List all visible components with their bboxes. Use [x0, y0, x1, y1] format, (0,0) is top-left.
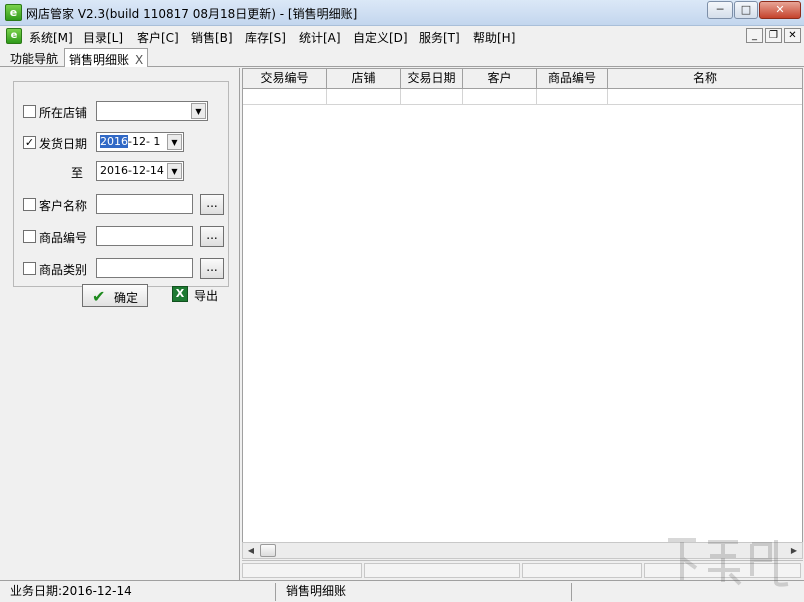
mdi-minimize-button[interactable]: _: [746, 28, 763, 43]
summary-cell: [364, 563, 520, 578]
ship-date-to-row: 至 2016-12-14 ▼: [14, 161, 230, 181]
column-header-store[interactable]: 店铺: [327, 69, 401, 89]
customer-row: 客户名称 ...: [14, 194, 230, 215]
product-category-checkbox[interactable]: [23, 262, 36, 275]
tab-function-nav[interactable]: 功能导航: [6, 48, 62, 67]
store-label: 所在店铺: [39, 106, 88, 120]
product-code-row: 商品编号 ...: [14, 226, 230, 247]
customer-label: 客户名称: [39, 199, 88, 213]
menu-custom[interactable]: 自定义[D]: [353, 29, 408, 46]
menu-customer[interactable]: 客户[C]: [137, 29, 179, 46]
column-header-customer[interactable]: 客户: [463, 69, 537, 89]
product-category-row: 商品类别 ...: [14, 258, 230, 279]
column-header-product-code[interactable]: 商品编号: [537, 69, 608, 89]
export-label: 导出: [194, 289, 219, 303]
to-label: 至: [71, 166, 84, 180]
ship-date-to-value: 2016-12-14: [100, 164, 164, 177]
table-row[interactable]: [243, 89, 802, 105]
column-header-name[interactable]: 名称: [608, 69, 802, 89]
column-header-transaction-date[interactable]: 交易日期: [401, 69, 463, 89]
menu-bar: e 系统[M] 目录[L] 客户[C] 销售[B] 库存[S] 统计[A] 自定…: [0, 26, 804, 46]
table-cell[interactable]: [243, 89, 327, 105]
minimize-button[interactable]: ─: [707, 1, 733, 19]
mdi-close-button[interactable]: ✕: [784, 28, 801, 43]
grid-header: 交易编号 店铺 交易日期 客户 商品编号 名称: [243, 69, 802, 89]
table-cell[interactable]: [537, 89, 608, 105]
menu-service[interactable]: 服务[T]: [419, 29, 460, 46]
tab-close-icon[interactable]: X: [135, 53, 143, 67]
tab-label: 功能导航: [10, 52, 59, 66]
module-status: 销售明细账: [276, 583, 572, 601]
summary-cell: [242, 563, 362, 578]
tab-bar: 功能导航 销售明细账 X: [0, 46, 804, 67]
customer-browse-button[interactable]: ...: [200, 194, 224, 215]
ship-date-row: ✓ 发货日期 2016-12- 1 ▼: [14, 132, 230, 152]
product-code-label: 商品编号: [39, 231, 88, 245]
product-category-label: 商品类别: [39, 263, 88, 277]
store-checkbox[interactable]: [23, 105, 36, 118]
store-filter-row: 所在店铺 ▼: [14, 101, 230, 121]
filter-panel: 所在店铺 ▼ ✓ 发货日期 2016-12- 1 ▼ 至 2016-12-14 …: [0, 68, 240, 580]
mdi-restore-button[interactable]: ❐: [765, 28, 782, 43]
customer-checkbox[interactable]: [23, 198, 36, 211]
menu-catalog[interactable]: 目录[L]: [83, 29, 123, 46]
ship-date-from-value: 2016-12- 1: [100, 135, 160, 148]
column-header-transaction-id[interactable]: 交易编号: [243, 69, 327, 89]
export-button[interactable]: X 导出: [172, 284, 232, 306]
window-title: 网店管家 V2.3(build 110817 08月18日更新) - [销售明细…: [26, 7, 358, 21]
product-category-browse-button[interactable]: ...: [200, 258, 224, 279]
maximize-button[interactable]: □: [734, 1, 758, 19]
customer-input[interactable]: [96, 194, 193, 214]
menu-inventory[interactable]: 库存[S]: [245, 29, 286, 46]
ship-date-to-picker[interactable]: 2016-12-14 ▼: [96, 161, 184, 181]
filter-group: 所在店铺 ▼ ✓ 发货日期 2016-12- 1 ▼ 至 2016-12-14 …: [13, 81, 229, 287]
chevron-down-icon[interactable]: ▼: [167, 134, 182, 150]
menu-system[interactable]: 系统[M]: [29, 29, 73, 46]
menu-sales[interactable]: 销售[B]: [191, 29, 233, 46]
store-select[interactable]: ▼: [96, 101, 208, 121]
checkmark-icon: ✔: [92, 287, 106, 306]
product-category-input[interactable]: [96, 258, 193, 278]
tab-label: 销售明细账: [69, 53, 130, 67]
excel-icon: X: [172, 286, 188, 302]
table-cell[interactable]: [327, 89, 401, 105]
table-cell[interactable]: [608, 89, 802, 105]
summary-cell: [522, 563, 642, 578]
watermark-logo-icon: [668, 538, 789, 587]
mdi-app-icon: e: [6, 28, 22, 44]
tab-sales-detail[interactable]: 销售明细账 X: [64, 48, 149, 67]
scroll-left-icon[interactable]: ◀: [244, 544, 258, 557]
ship-date-label: 发货日期: [39, 137, 88, 151]
chevron-down-icon[interactable]: ▼: [167, 163, 182, 179]
app-icon: e: [5, 4, 22, 21]
product-code-checkbox[interactable]: [23, 230, 36, 243]
scroll-thumb[interactable]: [260, 544, 276, 557]
chevron-down-icon[interactable]: ▼: [191, 103, 206, 119]
ok-button[interactable]: ✔ 确定: [82, 284, 148, 307]
menu-help[interactable]: 帮助[H]: [473, 29, 515, 46]
ship-date-checkbox[interactable]: ✓: [23, 136, 36, 149]
close-button[interactable]: ✕: [759, 1, 801, 19]
product-code-input[interactable]: [96, 226, 193, 246]
table-cell[interactable]: [463, 89, 537, 105]
product-code-browse-button[interactable]: ...: [200, 226, 224, 247]
table-cell[interactable]: [401, 89, 463, 105]
business-date-status: 业务日期:2016-12-14: [0, 583, 276, 601]
ship-date-from-picker[interactable]: 2016-12- 1 ▼: [96, 132, 184, 152]
ship-date-from-rest: -12- 1: [128, 135, 161, 148]
title-bar: e 网店管家 V2.3(build 110817 08月18日更新) - [销售…: [0, 0, 804, 26]
ok-label: 确定: [114, 291, 139, 305]
sales-detail-grid[interactable]: 交易编号 店铺 交易日期 客户 商品编号 名称: [242, 68, 803, 558]
ship-date-from-year: 2016: [100, 135, 128, 148]
menu-statistics[interactable]: 统计[A]: [299, 29, 341, 46]
